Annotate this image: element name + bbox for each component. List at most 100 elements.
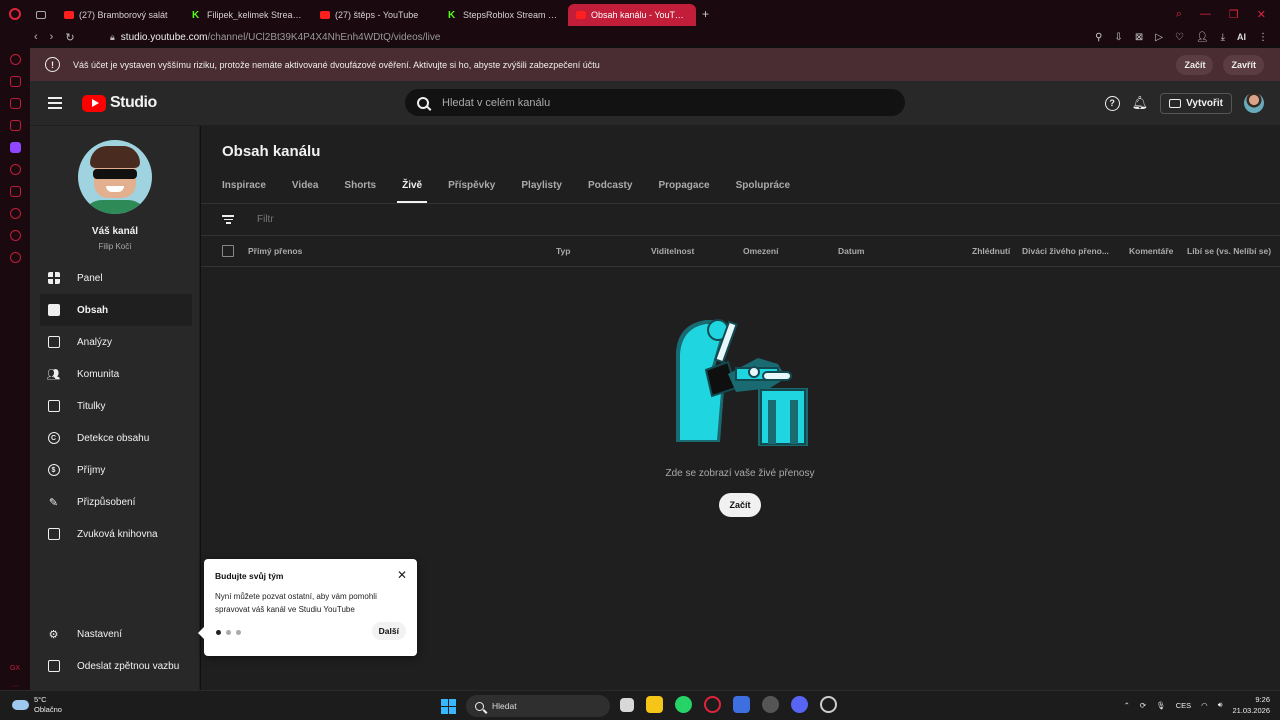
opera-logo-icon[interactable] bbox=[0, 8, 30, 20]
chevron-up-icon[interactable]: ⌃ bbox=[1124, 701, 1130, 710]
browser-tab[interactable]: K StepsRoblox Stream - Wal bbox=[440, 4, 568, 26]
filter-input[interactable]: Filtr bbox=[257, 214, 274, 225]
heart-icon[interactable]: ♡ bbox=[1175, 32, 1184, 43]
popup-next-button[interactable]: Další bbox=[371, 622, 406, 640]
forward-icon[interactable]: › bbox=[50, 31, 54, 44]
url-host[interactable]: studio.youtube.com bbox=[121, 32, 208, 43]
nav-item-analytics[interactable]: Analýzy bbox=[40, 326, 192, 358]
gx-icon[interactable]: GX bbox=[10, 665, 20, 672]
search-input[interactable]: Hledat v celém kanálu bbox=[405, 89, 905, 116]
microphone-icon[interactable]: 🎙︎ bbox=[1156, 701, 1166, 710]
nav-item-subtitles[interactable]: Titulky bbox=[40, 390, 192, 422]
new-tab-button[interactable]: + bbox=[696, 7, 715, 21]
volume-icon[interactable]: 🔊︎ bbox=[1218, 700, 1223, 710]
download-page-icon[interactable]: ⇩ bbox=[1114, 32, 1122, 43]
settings-app-icon[interactable] bbox=[820, 696, 837, 713]
tab-posts[interactable]: Příspěvky bbox=[435, 170, 508, 203]
column-header-date[interactable]: Datum bbox=[838, 246, 864, 256]
column-header-likes[interactable]: Líbí se (vs. Nelíbí se) bbox=[1187, 246, 1271, 256]
tab-podcasts[interactable]: Podcasty bbox=[575, 170, 645, 203]
more-icon[interactable]: ··· bbox=[12, 683, 19, 690]
wifi-icon[interactable]: ◠ bbox=[1201, 701, 1208, 710]
nav-item-panel[interactable]: Panel bbox=[40, 262, 192, 294]
pin-icon[interactable]: ⚲ bbox=[1095, 32, 1102, 43]
menu-icon[interactable]: ⋮ bbox=[1258, 32, 1268, 43]
file-explorer-icon[interactable] bbox=[646, 696, 663, 713]
nav-item-community[interactable]: 👥︎ Komunita bbox=[40, 358, 192, 390]
reload-icon[interactable]: ↻ bbox=[65, 31, 74, 44]
extension-icon[interactable]: ⊠ bbox=[1135, 32, 1143, 43]
sync-icon[interactable]: ⟳ bbox=[1140, 701, 1146, 710]
column-header-live-viewers[interactable]: Diváci živého přeno... bbox=[1022, 246, 1109, 256]
settings-sidebar-icon[interactable] bbox=[9, 252, 21, 263]
url-path[interactable]: /channel/UCl2Bt39K4P4X4NhEnh4WDtQ/videos… bbox=[208, 32, 441, 43]
menu-hamburger-icon[interactable] bbox=[48, 97, 62, 109]
ai-button[interactable]: AI bbox=[1237, 32, 1246, 42]
warning-close-button[interactable]: Zavřít bbox=[1223, 54, 1264, 75]
nav-item-copyright[interactable]: C Detekce obsahu bbox=[40, 422, 192, 454]
profile-icon[interactable]: 👤︎ bbox=[1196, 32, 1209, 43]
messenger-icon[interactable] bbox=[9, 98, 21, 109]
opera-gx-icon[interactable] bbox=[704, 696, 721, 713]
tab-inspiration[interactable]: Inspirace bbox=[222, 170, 279, 203]
weather-widget[interactable]: 5°C Oblačno bbox=[12, 695, 62, 715]
browser-tab[interactable]: K Filipek_kelimek Stream - V bbox=[184, 4, 312, 26]
tab-promotions[interactable]: Propagace bbox=[645, 170, 722, 203]
warning-start-button[interactable]: Začít bbox=[1176, 54, 1214, 75]
nav-item-earn[interactable]: $ Příjmy bbox=[40, 454, 192, 486]
column-header-type[interactable]: Typ bbox=[556, 246, 570, 256]
nav-item-feedback[interactable]: Odeslat zpětnou vazbu bbox=[40, 650, 192, 682]
taskbar-search[interactable]: Hledat bbox=[466, 695, 610, 717]
history-icon[interactable] bbox=[9, 208, 21, 219]
nav-item-settings[interactable]: ⚙ Nastavení bbox=[40, 618, 192, 650]
speed-dial-icon[interactable] bbox=[9, 54, 21, 65]
column-header-restrictions[interactable]: Omezení bbox=[743, 246, 778, 256]
create-button[interactable]: Vytvořit bbox=[1160, 92, 1232, 114]
back-icon[interactable]: ‹ bbox=[34, 31, 38, 44]
roblox-studio-icon[interactable] bbox=[733, 696, 750, 713]
nav-item-content[interactable]: Obsah bbox=[40, 294, 192, 326]
column-header-live[interactable]: Přímý přenos bbox=[248, 246, 302, 256]
channel-avatar[interactable] bbox=[78, 140, 152, 214]
nav-item-customization[interactable]: ✎ Přizpůsobení bbox=[40, 486, 192, 518]
column-header-visibility[interactable]: Viditelnost bbox=[651, 246, 694, 256]
studio-logo[interactable]: Studio bbox=[82, 94, 157, 112]
bookmarks-icon[interactable] bbox=[9, 186, 21, 197]
whatsapp-icon[interactable] bbox=[675, 696, 692, 713]
minimize-icon[interactable]: — bbox=[1200, 8, 1211, 21]
extensions-sidebar-icon[interactable] bbox=[9, 230, 21, 241]
help-icon[interactable]: ? bbox=[1104, 95, 1120, 111]
notifications-bell-icon[interactable]: 🔔︎ bbox=[1132, 95, 1149, 111]
browser-tab[interactable] bbox=[30, 4, 56, 26]
clock[interactable]: 9:26 21.03.2026 bbox=[1232, 694, 1270, 716]
downloads-icon[interactable]: ⤓ bbox=[1221, 32, 1225, 43]
column-header-views[interactable]: Zhlédnutí bbox=[972, 246, 1010, 256]
windows-start-icon[interactable] bbox=[441, 699, 456, 714]
select-all-checkbox[interactable] bbox=[222, 245, 234, 257]
browser-tab[interactable]: (27) Bramborový salát bbox=[56, 4, 184, 26]
browser-tab[interactable]: (27) štěps - YouTube bbox=[312, 4, 440, 26]
account-avatar[interactable] bbox=[1244, 93, 1264, 113]
maximize-icon[interactable]: ❐ bbox=[1229, 8, 1239, 21]
search-tabs-icon[interactable]: ⌕ bbox=[1176, 8, 1182, 21]
tab-collaborations[interactable]: Spolupráce bbox=[723, 170, 803, 203]
discord-icon[interactable] bbox=[791, 696, 808, 713]
task-view-icon[interactable] bbox=[620, 698, 634, 712]
twitch-icon[interactable] bbox=[9, 142, 21, 153]
instagram-icon[interactable] bbox=[9, 120, 21, 131]
player-sidebar-icon[interactable] bbox=[9, 164, 21, 175]
tab-videos[interactable]: Videa bbox=[279, 170, 332, 203]
close-icon[interactable]: ✕ bbox=[1257, 8, 1266, 21]
tab-shorts[interactable]: Shorts bbox=[331, 170, 389, 203]
close-icon[interactable]: ✕ bbox=[397, 568, 407, 582]
tab-playlists[interactable]: Playlisty bbox=[508, 170, 575, 203]
nav-item-audio-library[interactable]: Zvuková knihovna bbox=[40, 518, 192, 550]
aria-icon[interactable] bbox=[9, 76, 21, 87]
filter-icon[interactable] bbox=[222, 215, 234, 224]
tab-live[interactable]: Živě bbox=[389, 170, 435, 203]
lock-icon[interactable]: 🔒︎ bbox=[110, 32, 115, 43]
start-streaming-button[interactable]: Začít bbox=[719, 493, 761, 517]
language-indicator[interactable]: CES bbox=[1176, 701, 1191, 710]
steam-icon[interactable] bbox=[762, 696, 779, 713]
player-icon[interactable]: ▷ bbox=[1155, 32, 1163, 43]
